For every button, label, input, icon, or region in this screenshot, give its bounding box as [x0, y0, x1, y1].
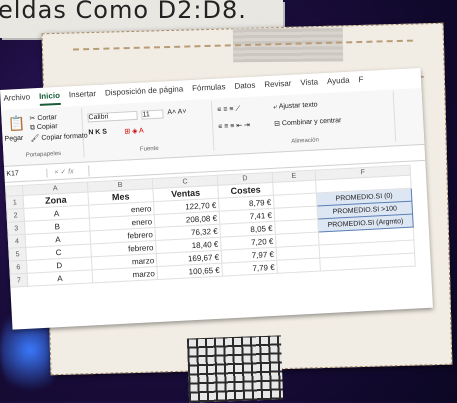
- merge-center-label: Combinar y centrar: [281, 117, 342, 128]
- paste-button[interactable]: Pegar: [4, 135, 23, 143]
- clipboard-label: Portapapeles: [25, 150, 62, 159]
- tab-disposicion[interactable]: Disposición de página: [105, 84, 184, 102]
- font-label: Fuente: [139, 145, 159, 153]
- tab-f[interactable]: F: [358, 75, 364, 89]
- wrap-text-button[interactable]: ⤶ Ajustar texto: [273, 101, 318, 111]
- sheet-grid: A B C D E F 1 Zona Mes Ventas Costes 2 A…: [5, 165, 416, 288]
- cell-ventas[interactable]: 100,65 €: [156, 263, 223, 280]
- tab-datos[interactable]: Datos: [234, 81, 256, 96]
- row-header[interactable]: 3: [7, 221, 26, 236]
- align-icons-2[interactable]: ≡ ≡ ≡ ⇤ ⇥: [218, 121, 250, 131]
- row-header[interactable]: 2: [6, 208, 25, 223]
- clipboard-group: 📋 Pegar ✂ Cortar ⧉ Copiar 🖌 Copiar forma…: [1, 107, 88, 162]
- row-header[interactable]: 6: [9, 260, 28, 275]
- tab-insertar[interactable]: Insertar: [69, 89, 97, 104]
- cell-zona[interactable]: A: [27, 269, 93, 287]
- copy-format-label: Copiar formato: [41, 132, 88, 142]
- align-icons[interactable]: ≡ ≡ ≡ ⟋: [217, 105, 240, 114]
- cell[interactable]: [276, 257, 321, 274]
- fx-label: fx: [68, 168, 74, 176]
- cell-costes[interactable]: 7,79 €: [221, 260, 278, 277]
- row-header[interactable]: 7: [10, 273, 28, 288]
- merge-center-button[interactable]: ⊟ Combinar y centrar: [274, 116, 342, 128]
- cut-button[interactable]: ✂ Cortar: [29, 113, 57, 122]
- cell-mes[interactable]: marzo: [92, 266, 158, 283]
- fill-color-icon[interactable]: ⊞ ◈ A: [124, 127, 144, 136]
- tab-ayuda[interactable]: Ayuda: [327, 76, 350, 91]
- header-note-text: eldas Como D2:D8.: [0, 0, 247, 24]
- excel-screenshot: Archivo Inicio Insertar Disposición de p…: [0, 67, 433, 330]
- tape-bottom: [186, 335, 284, 403]
- alignment-label: Alineación: [291, 137, 320, 145]
- tab-revisar[interactable]: Revisar: [264, 79, 292, 94]
- wrap-text-label: Ajustar texto: [278, 101, 318, 111]
- name-box[interactable]: K17: [6, 168, 48, 180]
- copy-button[interactable]: ⧉ Copiar: [30, 123, 58, 132]
- row-header[interactable]: 1: [6, 195, 24, 210]
- font-grow-shrink[interactable]: A˄ A˅: [167, 108, 186, 116]
- bold-italic-underline[interactable]: N K S: [88, 128, 107, 136]
- formula-icons[interactable]: × ✓ fx: [54, 167, 74, 176]
- font-name-select[interactable]: Calibri: [87, 110, 138, 123]
- row-header[interactable]: 5: [8, 247, 27, 262]
- font-group: Calibri 11 A˄ A˅ N K S ⊞ ◈ A Fuente: [83, 100, 215, 158]
- alignment-group: ≡ ≡ ≡ ⟋ ⤶ Ajustar texto ≡ ≡ ≡ ⇤ ⇥ ⊟ Comb…: [212, 91, 397, 151]
- paste-icon[interactable]: 📋: [7, 115, 25, 133]
- font-size-select[interactable]: 11: [141, 109, 164, 120]
- copy-format-button[interactable]: 🖌 Copiar formato: [30, 131, 87, 142]
- tab-archivo[interactable]: Archivo: [3, 92, 30, 107]
- tab-inicio[interactable]: Inicio: [38, 90, 61, 106]
- row-header[interactable]: 4: [8, 234, 26, 249]
- tab-vista[interactable]: Vista: [300, 77, 318, 92]
- copy-label: Copiar: [36, 123, 58, 132]
- tab-formulas[interactable]: Fórmulas: [192, 82, 226, 98]
- cut-label: Cortar: [37, 114, 57, 123]
